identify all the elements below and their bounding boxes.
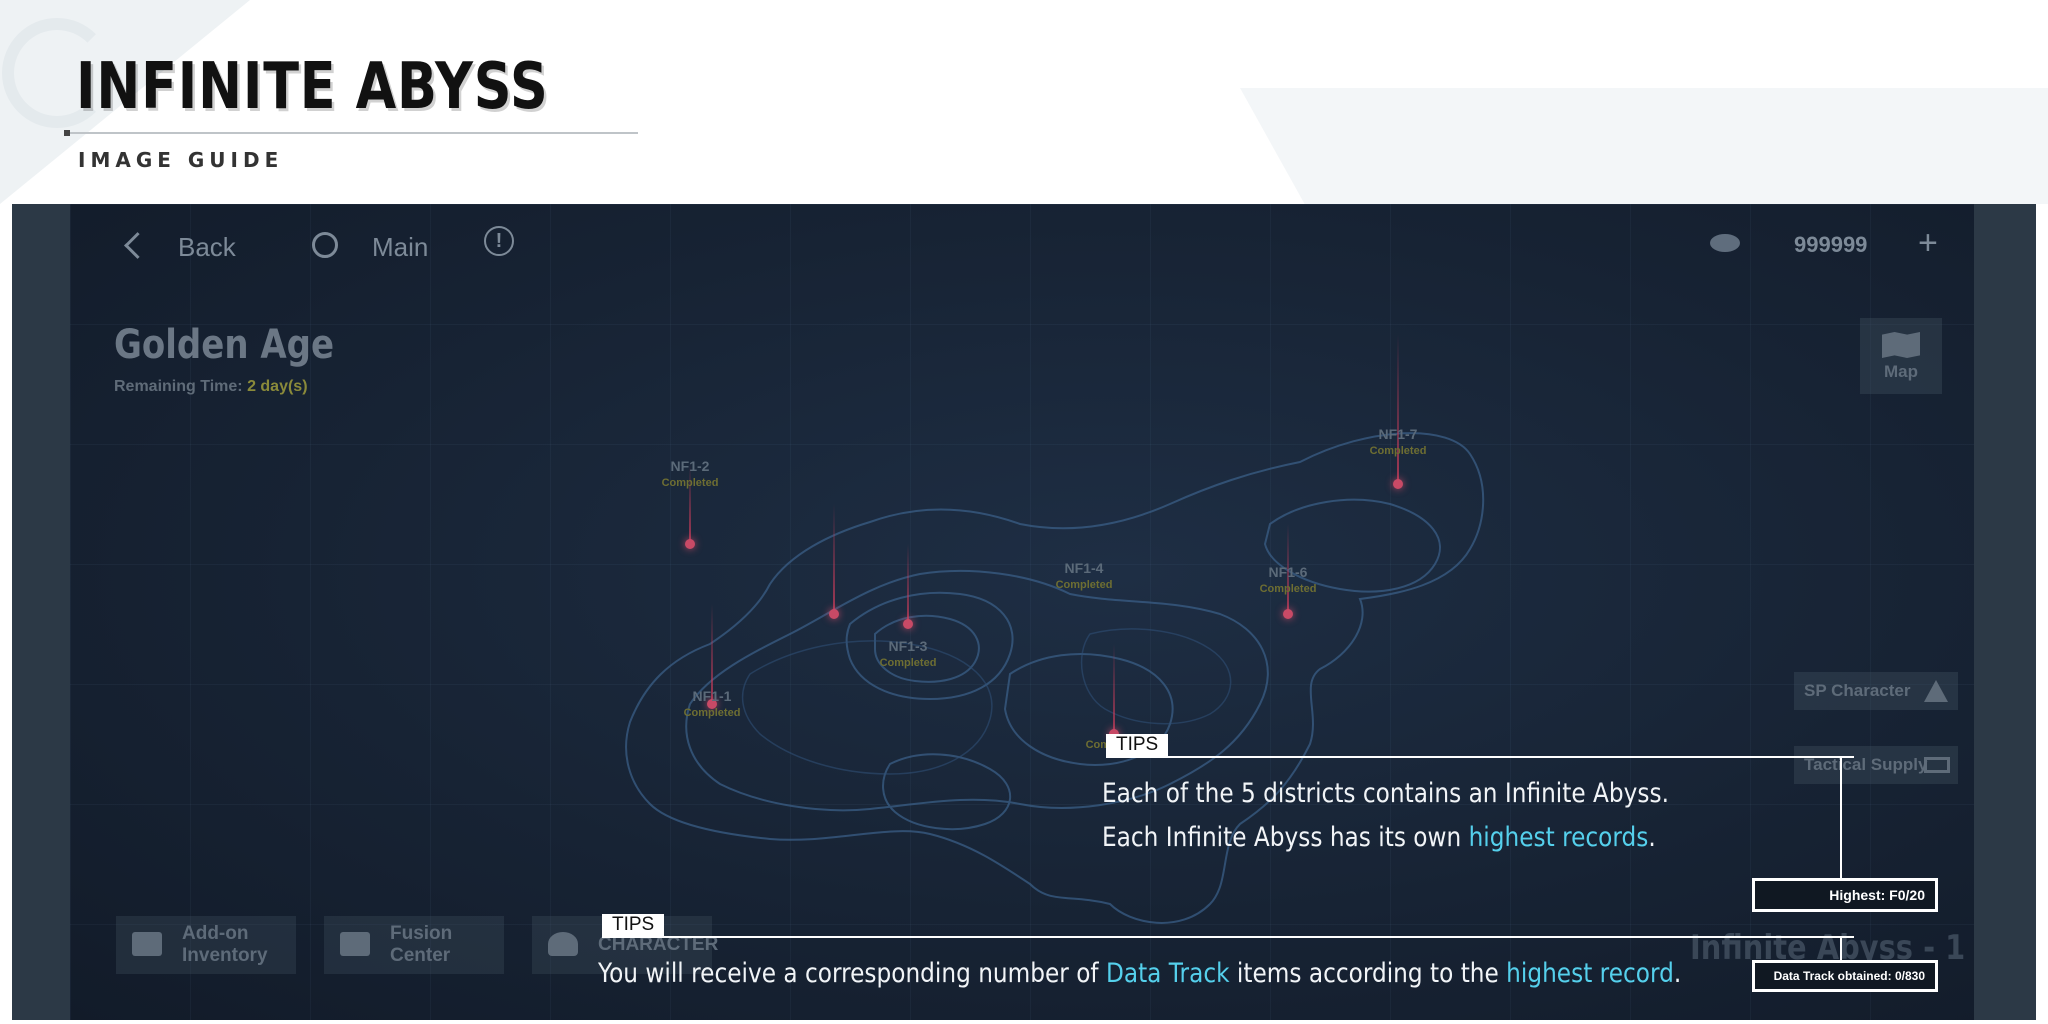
district-map bbox=[625, 432, 1485, 924]
fusion-center-button[interactable]: Fusion Center bbox=[324, 916, 504, 974]
guide-subtitle: IMAGE GUIDE bbox=[78, 148, 284, 172]
remaining-time-value: 2 day(s) bbox=[247, 378, 308, 395]
node-pin-beam bbox=[1113, 644, 1115, 734]
decorative-band bbox=[1240, 88, 2048, 204]
map-node-nf1-7[interactable]: NF1-7 Completed bbox=[1323, 426, 1473, 457]
main-ring-icon[interactable] bbox=[312, 232, 338, 258]
node-code: NF1-7 bbox=[1378, 426, 1418, 442]
character-icon bbox=[548, 932, 578, 956]
node-status: Completed bbox=[1259, 583, 1317, 595]
node-code: NF1-4 bbox=[1064, 560, 1104, 576]
tips-leader-line bbox=[602, 936, 1854, 938]
tips-tag: TIPS bbox=[602, 914, 665, 936]
label-line: Fusion bbox=[390, 923, 453, 944]
node-code: NF1-2 bbox=[670, 458, 710, 474]
tips-highlight: highest records bbox=[1468, 822, 1649, 853]
currency-icon bbox=[1710, 234, 1740, 252]
stage-title: Golden Age bbox=[114, 322, 335, 368]
tactical-supply-button[interactable]: Tactical Supply bbox=[1794, 746, 1958, 784]
button-label: Add-on Inventory bbox=[182, 923, 292, 967]
guide-header: INFINITE ABYSS IMAGE GUIDE bbox=[0, 0, 2048, 204]
map-node-nf1-6[interactable]: NF1-6 Completed bbox=[1213, 564, 1363, 595]
node-status: Completed bbox=[661, 477, 719, 489]
tips-highlight: Data Track bbox=[1105, 958, 1230, 989]
remaining-time-label: Remaining Time: bbox=[114, 378, 248, 395]
map-node-nf1-3[interactable]: NF1-3 Completed bbox=[833, 638, 983, 669]
node-pin-icon[interactable] bbox=[685, 539, 695, 549]
divider-marker bbox=[64, 130, 70, 136]
tips-text: Each Infinite Abyss has its own bbox=[1102, 822, 1469, 853]
main-button[interactable]: Main bbox=[372, 232, 428, 263]
node-pin-beam bbox=[1397, 334, 1399, 484]
node-code: NF1-3 bbox=[888, 638, 928, 654]
tips-text: items according to the bbox=[1229, 958, 1507, 989]
label-line: Add-on bbox=[182, 923, 249, 944]
map-node-nf1-1[interactable]: NF1-1 Completed bbox=[637, 688, 787, 719]
tips-leader-line bbox=[1106, 756, 1854, 758]
add-currency-button[interactable]: + bbox=[1918, 226, 1938, 260]
node-status: Completed bbox=[1369, 445, 1427, 457]
tips-text: . bbox=[1673, 958, 1682, 989]
remaining-time: Remaining Time: 2 day(s) bbox=[114, 378, 308, 396]
sp-character-icon bbox=[1924, 680, 1948, 702]
tips-text: You will receive a corresponding number … bbox=[598, 958, 1106, 989]
tips-text: . bbox=[1648, 822, 1656, 853]
back-button[interactable]: Back bbox=[178, 232, 236, 263]
data-track-box: Data Track obtained: 0/830 bbox=[1752, 960, 1938, 992]
add-on-inventory-button[interactable]: Add-on Inventory bbox=[116, 916, 296, 974]
tips-text-line: Each Infinite Abyss has its own highest … bbox=[1102, 822, 1656, 853]
node-code: NF1-6 bbox=[1268, 564, 1308, 580]
highest-record-box: Highest: F0/20 bbox=[1752, 878, 1938, 912]
label-line: Inventory bbox=[182, 945, 268, 966]
node-pin-icon[interactable] bbox=[829, 609, 839, 619]
game-view: NF1-2 Completed NF1-7 Completed NF1-4 Co… bbox=[70, 204, 1974, 1020]
supply-crate-icon bbox=[1924, 757, 1950, 773]
title-divider bbox=[64, 132, 638, 134]
tips-leader-line bbox=[1840, 936, 1842, 960]
currency-value: 999999 bbox=[1794, 232, 1868, 257]
map-button[interactable]: Map bbox=[1860, 318, 1942, 394]
tips-tag: TIPS bbox=[1106, 734, 1169, 756]
tips-highlight: highest record bbox=[1506, 958, 1674, 989]
map-node-nf1-2[interactable]: NF1-2 Completed bbox=[615, 458, 765, 489]
game-screenshot-frame: NF1-2 Completed NF1-7 Completed NF1-4 Co… bbox=[12, 204, 2036, 1020]
node-pin-icon[interactable] bbox=[1393, 479, 1403, 489]
node-pin-beam bbox=[833, 504, 835, 614]
cart-icon bbox=[340, 932, 370, 956]
node-status: Completed bbox=[879, 657, 937, 669]
contour-line bbox=[882, 753, 1011, 831]
sp-character-button[interactable]: SP Character bbox=[1794, 672, 1958, 710]
map-icon bbox=[1882, 332, 1920, 358]
button-label: Fusion Center bbox=[390, 923, 500, 967]
node-code: NF1-1 bbox=[692, 688, 732, 704]
tips-text-line: You will receive a corresponding number … bbox=[598, 958, 1681, 989]
info-icon[interactable]: ! bbox=[484, 226, 514, 256]
node-pin-icon[interactable] bbox=[1283, 609, 1293, 619]
node-status: Completed bbox=[1055, 579, 1113, 591]
node-pin-icon[interactable] bbox=[903, 619, 913, 629]
tips-text-line: Each of the 5 districts contains an Infi… bbox=[1102, 778, 1669, 809]
inventory-icon bbox=[132, 932, 162, 956]
node-pin-beam bbox=[907, 544, 909, 624]
guide-title: INFINITE ABYSS bbox=[76, 50, 549, 124]
map-button-label: Map bbox=[1884, 362, 1918, 381]
label-line: Center bbox=[390, 945, 451, 966]
sp-character-label: SP Character bbox=[1804, 681, 1911, 700]
map-node-nf1-4[interactable]: NF1-4 Completed bbox=[1009, 560, 1159, 591]
node-status: Completed bbox=[683, 707, 741, 719]
tips-leader-line bbox=[1840, 756, 1842, 878]
